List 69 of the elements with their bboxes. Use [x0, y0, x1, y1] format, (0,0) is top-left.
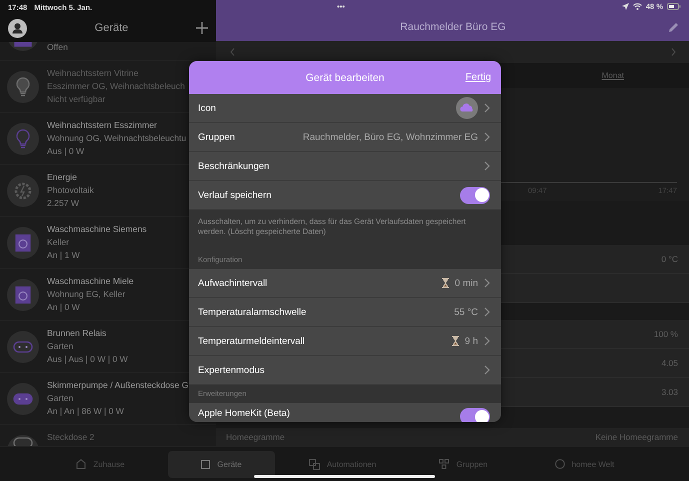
row-label: Homeegramme	[226, 432, 285, 442]
settings-row[interactable]: Verlauf speichern	[189, 181, 501, 210]
dialog-title: Gerät bearbeiten	[306, 72, 384, 84]
row-value: Keine Homeegramme	[595, 432, 678, 442]
hourglass-icon	[442, 278, 449, 288]
device-detail: An | 0 W	[47, 301, 81, 314]
device-name: Energie	[47, 171, 78, 184]
square-icon	[201, 460, 210, 468]
settings-row[interactable]: Icon	[189, 94, 501, 123]
row-value: 0 min	[454, 278, 478, 288]
settings-row[interactable]: Gruppen Rauchmelder, Büro EG, Wohnzimmer EG	[189, 123, 501, 152]
device-detail: Wohnung EG, Keller	[47, 288, 126, 301]
settings-row[interactable]: Temperaturalarmschwelle 55 °C	[189, 298, 501, 327]
device-detail: Aus | 0 W	[47, 145, 86, 158]
edit-icon[interactable]	[668, 22, 679, 33]
settings-row[interactable]: Beschränkungen	[189, 152, 501, 181]
device-detail: Steckdose 2	[47, 431, 94, 444]
device-detail: An | An | 86 W | 0 W	[47, 405, 125, 418]
device-name: Brunnen Relais	[47, 327, 108, 340]
circle-icon	[554, 459, 565, 469]
reading-value: 4.05	[661, 358, 678, 368]
device-detail: Offen	[47, 42, 68, 54]
reading-value: 0 °C	[661, 254, 678, 264]
reading-value: 100 %	[654, 329, 678, 340]
device-title: Rauchmelder Büro EG	[399, 21, 507, 34]
device-detail: Photovoltaik	[47, 184, 94, 197]
device-name: Skimmerpumpe / Außensteckdose G	[47, 379, 188, 392]
device-detail: Garten	[47, 392, 74, 405]
device-name: Weihnachtsstern Vitrine	[47, 67, 140, 80]
wifi-icon	[632, 3, 642, 10]
device-detail: 2.257 W	[47, 197, 80, 210]
chevron-icon	[484, 365, 490, 375]
house-icon	[76, 459, 86, 469]
location-icon	[622, 3, 629, 10]
device-detail: Aus | Aus | 0 W | 0 W	[47, 353, 128, 366]
device-detail: Wohnung OG, Weihnachtsbeleuchtu	[47, 132, 186, 145]
grid-icon	[439, 459, 450, 469]
settings-row[interactable]: Aufwachintervall 0 min	[189, 269, 501, 298]
row-value: Rauchmelder, Büro EG, Wohnzimmer EG	[302, 132, 478, 142]
device-detail: Garten	[47, 340, 74, 353]
device-name: Weihnachtsstern Esszimmer	[47, 119, 158, 132]
settings-row[interactable]: Expertenmodus	[189, 356, 501, 385]
device-name: Waschmaschine Siemens	[47, 223, 147, 236]
add-icon[interactable]	[196, 22, 208, 34]
chevron-icon	[484, 132, 490, 142]
row-value: 55 °C	[454, 306, 478, 318]
reading-value: 3.03	[661, 387, 678, 398]
overlapping-squares-icon	[308, 458, 320, 470]
chevron-icon	[484, 278, 490, 288]
toggle-switch[interactable]	[460, 408, 490, 422]
row-label: Icon	[198, 102, 217, 114]
chevron-icon	[484, 336, 490, 346]
toggle-switch[interactable]	[460, 186, 490, 204]
avatar-icon[interactable]	[8, 18, 27, 38]
device-detail: An | 1 W	[47, 249, 81, 262]
device-detail: Esszimmer OG, Weihnachtsbeleuch	[47, 80, 185, 93]
hourglass-icon	[452, 336, 459, 346]
settings-row[interactable]: Apple HomeKit (Beta)	[189, 403, 501, 422]
cloud-icon	[456, 97, 478, 119]
device-detail: Nicht verfügbar	[47, 93, 106, 106]
battery-icon	[667, 3, 681, 10]
settings-row[interactable]: Temperaturmeldeintervall 9 h	[189, 327, 501, 356]
chevron-icon	[484, 103, 490, 113]
device-detail: Keller	[47, 236, 70, 249]
chevron-icon	[484, 307, 490, 317]
pane-title: Geräte	[94, 22, 130, 34]
device-name: Waschmaschine Miele	[47, 275, 134, 288]
row-value: 9 h	[464, 336, 478, 346]
chevron-icon	[484, 161, 490, 171]
